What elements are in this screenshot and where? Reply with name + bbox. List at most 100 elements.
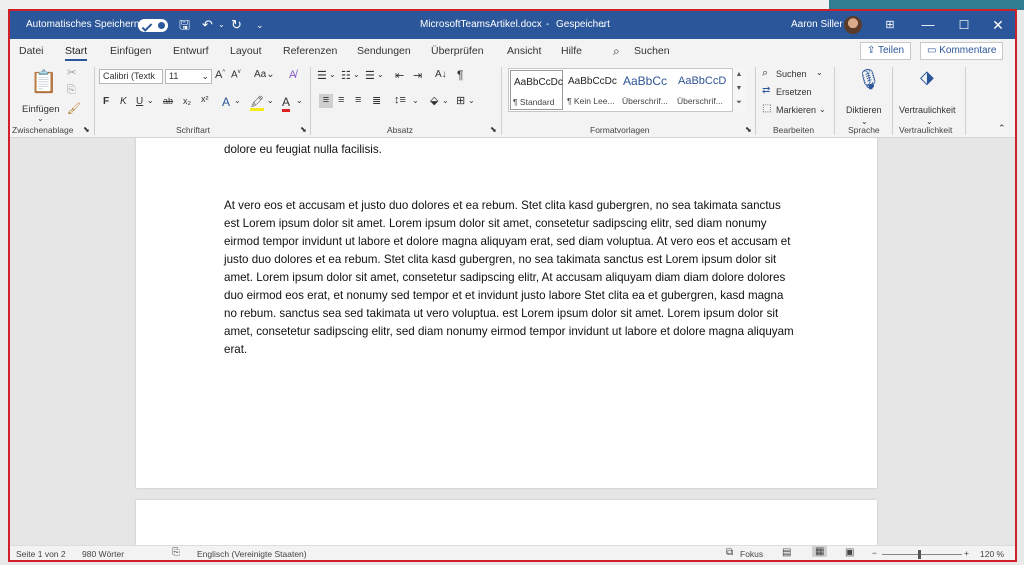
document-page[interactable]: dolore eu feugiat nulla facilisis. At ve… — [136, 138, 877, 488]
italic-button[interactable]: K — [120, 96, 127, 107]
save-status-dropdown-icon[interactable]: ⌄ — [600, 11, 607, 39]
paste-dropdown-icon[interactable]: ⌄ — [37, 114, 44, 123]
decrease-indent-icon[interactable]: ⇤ — [395, 69, 404, 82]
avatar[interactable] — [844, 16, 862, 34]
styles-scroll[interactable]: ▲ ▼ ⏷ — [732, 68, 745, 112]
bullets-icon[interactable]: ☰ — [317, 69, 327, 82]
tab-datei[interactable]: Datei — [19, 39, 44, 63]
style-no-spacing[interactable]: AaBbCcDc ¶ Kein Lee... — [565, 70, 618, 110]
paste-icon[interactable]: 📋 — [30, 69, 57, 95]
tab-entwurf[interactable]: Entwurf — [173, 39, 209, 63]
bold-button[interactable]: F — [103, 96, 109, 107]
collapse-ribbon-icon[interactable]: ⌃ — [998, 123, 1006, 134]
borders-dropdown-icon[interactable]: ⌄ — [468, 96, 475, 105]
borders-icon[interactable]: ⊞ — [456, 94, 465, 107]
focus-label[interactable]: Fokus — [740, 549, 763, 559]
styles-launcher-icon[interactable]: ⬊ — [745, 125, 752, 134]
style-heading-2[interactable]: AaBbCcD Überschrif... — [675, 70, 728, 110]
line-spacing-icon[interactable]: ↕≡ — [394, 94, 406, 106]
find-icon[interactable]: ⌕ — [762, 67, 768, 80]
page-count[interactable]: Seite 1 von 2 — [16, 549, 66, 559]
share-button[interactable]: ⇪ Teilen — [860, 42, 912, 60]
find-label[interactable]: Suchen — [776, 69, 807, 79]
zoom-in-icon[interactable]: + — [964, 548, 969, 558]
font-size-box[interactable]: 11 ⌄ — [165, 69, 212, 84]
numbering-icon[interactable]: ☷ — [341, 69, 351, 82]
replace-icon[interactable]: ⇄ — [762, 85, 770, 96]
format-painter-icon[interactable]: 🖌 — [67, 102, 81, 115]
proofing-icon[interactable]: ⎘ — [172, 547, 180, 558]
document-page-2[interactable] — [136, 500, 877, 545]
print-layout-icon[interactable]: ▦ — [812, 546, 828, 557]
tab-sendungen[interactable]: Sendungen — [357, 39, 411, 63]
cut-icon[interactable]: ✂ — [67, 66, 76, 79]
chevron-down-icon[interactable]: ▼ — [733, 82, 745, 96]
tab-ansicht[interactable]: Ansicht — [507, 39, 541, 63]
numbering-dropdown-icon[interactable]: ⌄ — [353, 70, 360, 79]
tab-referenzen[interactable]: Referenzen — [283, 39, 337, 63]
undo-dropdown-icon[interactable]: ⌄ — [218, 11, 225, 39]
word-count[interactable]: 980 Wörter — [82, 549, 124, 559]
microphone-icon[interactable]: 🎙 — [856, 67, 881, 92]
shrink-font-icon[interactable]: Av — [231, 69, 241, 80]
show-marks-icon[interactable]: ¶ — [457, 68, 463, 82]
style-standard[interactable]: AaBbCcDc ¶ Standard — [510, 70, 563, 110]
focus-icon[interactable]: ⧉ — [726, 547, 733, 558]
tab-start[interactable]: Start — [65, 39, 88, 63]
dictate-label[interactable]: Diktieren — [846, 105, 882, 115]
sensitivity-label[interactable]: Vertraulichkeit — [899, 105, 956, 115]
font-color-dropdown-icon[interactable]: ⌄ — [296, 96, 303, 105]
highlight-dropdown-icon[interactable]: ⌄ — [267, 96, 274, 105]
font-size-dropdown-icon[interactable]: ⌄ — [201, 70, 209, 83]
undo-icon[interactable]: ↶ — [202, 11, 213, 39]
style-heading-1[interactable]: AaBbCc Überschrif... — [620, 70, 673, 110]
multilevel-dropdown-icon[interactable]: ⌄ — [377, 70, 384, 79]
select-dropdown-icon[interactable]: ⌄ — [819, 105, 826, 114]
chevron-up-icon[interactable]: ▲ — [733, 68, 745, 82]
increase-indent-icon[interactable]: ⇥ — [413, 69, 422, 82]
shading-icon[interactable]: ⬙ — [430, 94, 438, 107]
zoom-out-icon[interactable]: − — [872, 548, 877, 558]
change-case-button[interactable]: Aa⌄ — [254, 69, 275, 80]
find-dropdown-icon[interactable]: ⌄ — [816, 68, 823, 77]
font-color-icon[interactable]: A — [282, 95, 291, 112]
customize-icon[interactable]: ⌄ — [256, 11, 264, 39]
web-layout-icon[interactable]: ▣ — [845, 547, 854, 558]
bullets-dropdown-icon[interactable]: ⌄ — [329, 70, 336, 79]
tab-ueberpruefen[interactable]: Überprüfen — [431, 39, 484, 63]
text-effects-dropdown-icon[interactable]: ⌄ — [234, 96, 241, 105]
zoom-slider[interactable] — [882, 554, 962, 555]
replace-label[interactable]: Ersetzen — [776, 87, 812, 97]
minimize-icon[interactable]: — — [908, 11, 948, 39]
close-icon[interactable]: ✕ — [978, 11, 1015, 39]
text-effects-icon[interactable]: A — [222, 95, 230, 109]
sort-icon[interactable]: A↓ — [435, 69, 447, 80]
strikethrough-icon[interactable]: ab — [163, 96, 173, 106]
font-name-box[interactable]: Calibri (Textk — [99, 69, 163, 84]
read-mode-icon[interactable]: ▤ — [782, 547, 791, 558]
paragraph-launcher-icon[interactable]: ⬊ — [490, 125, 497, 134]
grow-font-icon[interactable]: A^ — [215, 69, 225, 81]
tab-layout[interactable]: Layout — [230, 39, 262, 63]
justify-icon[interactable]: ≣ — [372, 94, 381, 107]
clear-formatting-icon[interactable]: A̸ — [289, 69, 296, 81]
search-label[interactable]: Suchen — [634, 39, 670, 63]
copy-icon[interactable]: ⎘ — [67, 84, 76, 97]
ribbon-display-icon[interactable]: ⊞ — [870, 11, 910, 39]
language[interactable]: Englisch (Vereinigte Staaten) — [197, 549, 307, 559]
comments-button[interactable]: ▭ Kommentare — [920, 42, 1004, 60]
underline-button[interactable]: U — [136, 96, 143, 107]
select-label[interactable]: Markieren — [776, 105, 816, 115]
document-area[interactable]: dolore eu feugiat nulla facilisis. At ve… — [10, 138, 1015, 545]
tab-einfuegen[interactable]: Einfügen — [110, 39, 151, 63]
save-icon[interactable]: 🖫 — [179, 11, 190, 39]
clipboard-launcher-icon[interactable]: ⬊ — [83, 125, 90, 134]
align-center-icon[interactable]: ≡ — [338, 94, 344, 106]
autosave-toggle[interactable] — [138, 19, 168, 32]
select-icon[interactable]: ⬚ — [762, 103, 771, 114]
multilevel-list-icon[interactable]: ☰ — [365, 69, 375, 82]
sensitivity-icon[interactable]: ⬗ — [920, 67, 934, 88]
align-right-icon[interactable]: ≡ — [355, 94, 361, 106]
subscript-icon[interactable]: x₂ — [183, 96, 191, 106]
document-line[interactable]: dolore eu feugiat nulla facilisis. — [224, 141, 794, 159]
